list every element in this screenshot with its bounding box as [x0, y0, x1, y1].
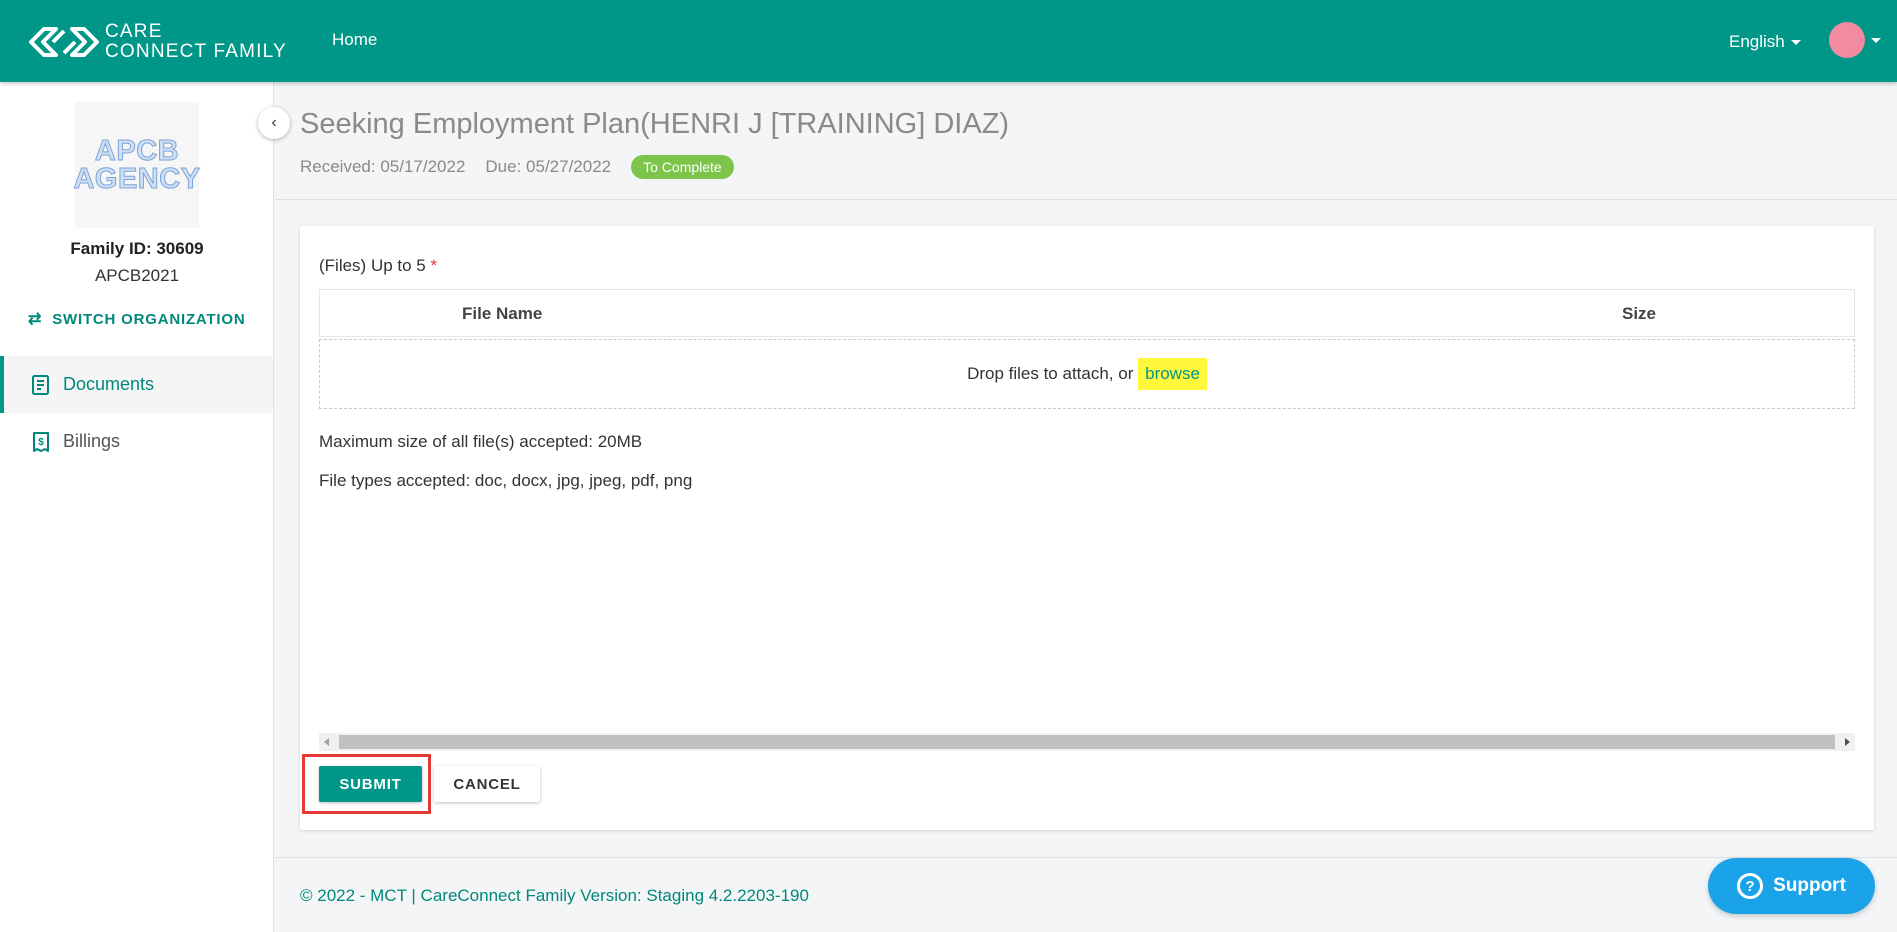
brand-line-1: CARE [105, 21, 163, 42]
submit-button[interactable]: SUBMIT [319, 766, 422, 802]
swap-arrows-icon: ⇄ [28, 311, 43, 328]
family-id: Family ID: 30609 [70, 239, 204, 258]
scroll-left-icon[interactable] [324, 738, 329, 746]
avatar [1829, 22, 1865, 58]
status-badge: To Complete [631, 155, 734, 179]
agency-logo-line-2: AGENCY [73, 163, 201, 195]
required-mark: * [430, 256, 438, 275]
document-icon [32, 374, 49, 395]
column-header-file-name: File Name [462, 304, 543, 323]
scrollbar-thumb[interactable] [339, 735, 1835, 749]
brand-logo[interactable]: CARE CONNECT FAMILY [27, 20, 287, 64]
agency-logo-line-1: APCB [94, 135, 180, 167]
help-circle-icon: ? [1737, 873, 1764, 899]
browse-link[interactable]: browse [1138, 358, 1207, 390]
received-date: Received: 05/17/2022 [300, 157, 466, 176]
collapse-sidebar-button[interactable]: ‹ [258, 107, 290, 139]
top-navbar: CARE CONNECT FAMILY Home English [0, 0, 1897, 82]
nav-home-link[interactable]: Home [332, 30, 377, 50]
agency-logo: APCB AGENCY [73, 102, 201, 228]
chain-link-icon [29, 27, 99, 57]
sidebar-item-label: Billings [63, 431, 121, 451]
upload-card: (Files) Up to 5 * File Name Size Drop fi… [300, 226, 1874, 830]
document-meta: Received: 05/17/2022 Due: 05/27/2022 To … [300, 155, 734, 179]
sidebar-item-billings[interactable]: $ Billings [0, 413, 273, 470]
support-label: Support [1773, 875, 1846, 896]
receipt-dollar-icon: $ [33, 431, 49, 452]
family-code: APCB2021 [94, 266, 180, 285]
brand-line-2: CONNECT FAMILY [105, 41, 287, 62]
chevron-down-icon [1871, 37, 1881, 43]
sidebar: APCB AGENCY Family ID: 30609 APCB2021 ⇄ … [0, 82, 274, 932]
files-table-header: File Name Size [319, 289, 1855, 337]
due-date: Due: 05/27/2022 [485, 157, 612, 176]
footer-divider [275, 857, 1897, 858]
files-label-text: (Files) Up to 5 [319, 256, 426, 275]
cancel-button[interactable]: CANCEL [434, 766, 540, 802]
switch-organization-label: SWITCH ORGANIZATION [52, 310, 246, 328]
switch-organization-button[interactable]: ⇄ SWITCH ORGANIZATION [28, 309, 245, 329]
svg-text:$: $ [38, 437, 44, 448]
chevron-left-icon: ‹ [271, 114, 277, 131]
horizontal-scrollbar[interactable] [319, 733, 1855, 751]
language-dropdown[interactable]: English [1729, 32, 1801, 52]
chevron-down-icon [1790, 39, 1801, 45]
file-dropzone[interactable]: Drop files to attach, or browse [319, 339, 1855, 409]
column-header-size: Size [1622, 304, 1657, 323]
footer-text: © 2022 - MCT | CareConnect Family Versio… [300, 886, 809, 905]
page-title: Seeking Employment Plan(HENRI J [TRAININ… [300, 108, 1010, 140]
max-size-note: Maximum size of all file(s) accepted: 20… [319, 432, 643, 451]
page-header: Seeking Employment Plan(HENRI J [TRAININ… [275, 82, 1897, 200]
user-menu[interactable] [1829, 22, 1881, 58]
language-label: English [1729, 32, 1785, 51]
dropzone-text: Drop files to attach, or [967, 364, 1134, 383]
sidebar-item-documents[interactable]: Documents [0, 356, 273, 413]
scroll-right-icon[interactable] [1845, 738, 1850, 746]
support-button[interactable]: ? Support [1708, 858, 1875, 914]
files-label: (Files) Up to 5 * [319, 256, 437, 276]
sidebar-item-label: Documents [63, 374, 155, 394]
file-types-note: File types accepted: doc, docx, jpg, jpe… [319, 471, 693, 490]
